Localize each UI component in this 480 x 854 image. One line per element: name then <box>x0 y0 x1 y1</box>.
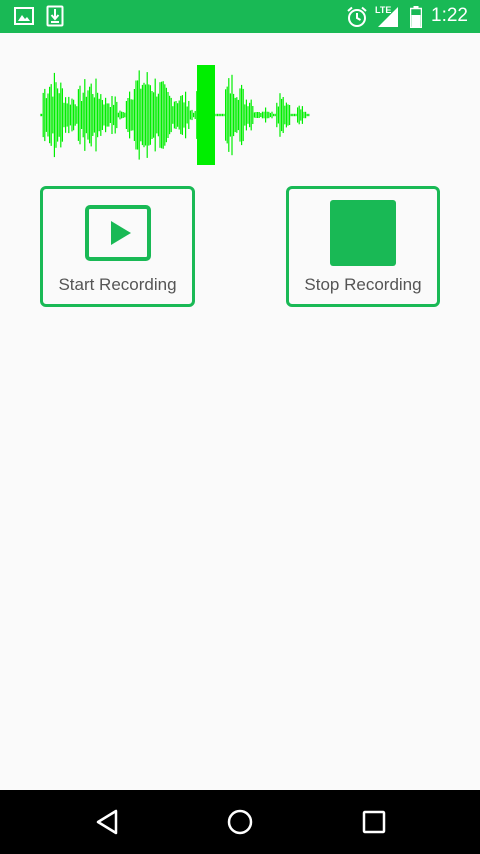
app-screen: LTE 1:22 Start Recording Stop Recording <box>0 0 480 854</box>
audio-waveform <box>40 65 310 165</box>
status-bar: LTE 1:22 <box>0 0 480 33</box>
waveform-playhead <box>197 65 215 165</box>
navigation-bar <box>0 790 480 854</box>
image-icon <box>14 7 34 25</box>
stop-recording-button[interactable]: Stop Recording <box>286 186 440 307</box>
stop-recording-label: Stop Recording <box>304 275 422 294</box>
battery-icon <box>410 6 422 28</box>
signal-icon <box>378 7 398 27</box>
stop-icon <box>330 200 396 266</box>
alarm-icon <box>347 6 367 27</box>
back-icon[interactable] <box>93 804 121 840</box>
home-icon[interactable] <box>224 804 256 840</box>
start-recording-label: Start Recording <box>58 275 177 294</box>
recents-icon[interactable] <box>360 804 388 840</box>
download-icon <box>46 5 64 27</box>
start-recording-button[interactable]: Start Recording <box>40 186 195 307</box>
status-time: 1:22 <box>431 5 468 26</box>
play-icon <box>85 205 151 261</box>
